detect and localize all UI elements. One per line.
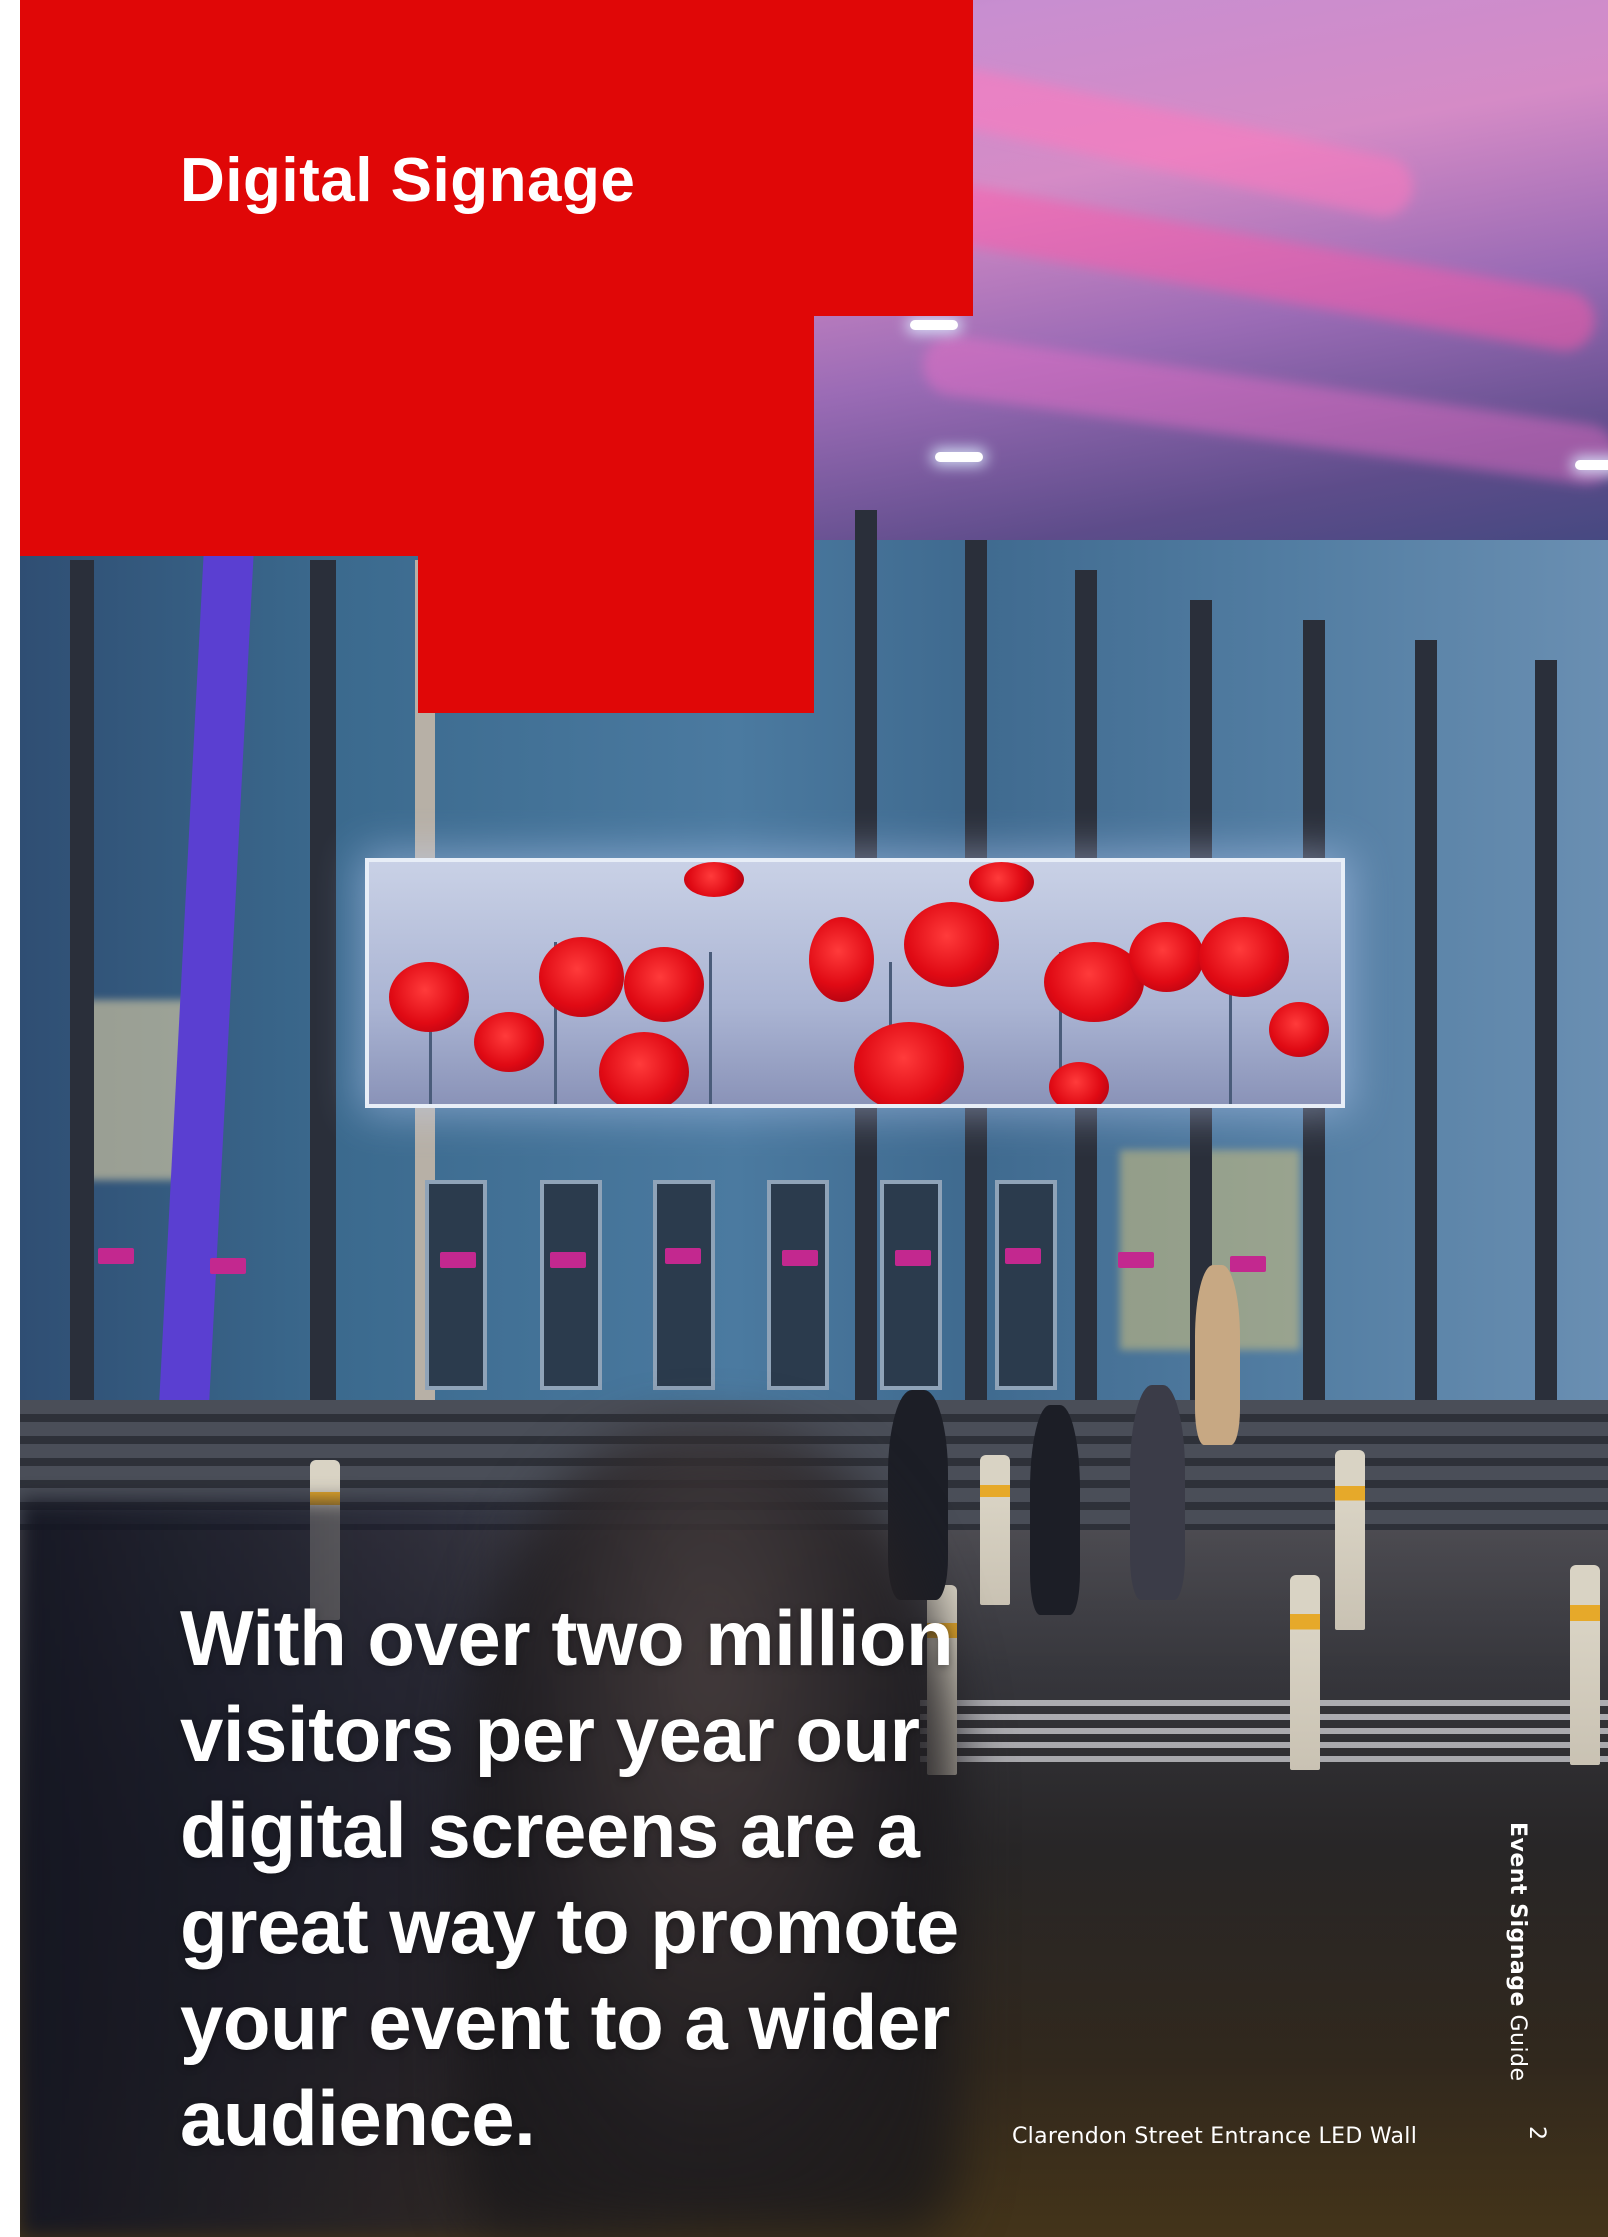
poppy-stem: [709, 952, 712, 1104]
door-sign: [210, 1258, 246, 1274]
headline-line: With over two million: [180, 1594, 954, 1682]
brand-block: [20, 316, 814, 556]
entrance-door: [653, 1180, 715, 1390]
document-label-regular: Guide: [1505, 2014, 1530, 2082]
headline-line: audience.: [180, 2074, 536, 2162]
page-number: 2: [1524, 2126, 1549, 2140]
poppy-flower: [1129, 922, 1204, 992]
ceiling-light: [910, 320, 958, 330]
entrance-door: [540, 1180, 602, 1390]
page-title: Digital Signage: [180, 146, 636, 215]
document-label: Event Signage Guide: [1505, 1822, 1530, 2082]
brand-block: [418, 556, 814, 713]
poppy-flower: [599, 1032, 689, 1104]
poppy-flower: [474, 1012, 544, 1072]
bollard: [980, 1455, 1010, 1605]
door-sign: [665, 1248, 701, 1264]
door-sign: [550, 1252, 586, 1268]
headline-line: visitors per year our: [180, 1690, 920, 1778]
door-sign: [440, 1252, 476, 1268]
door-sign: [98, 1248, 134, 1264]
headline-line: digital screens are a: [180, 1786, 920, 1874]
ceiling-light: [1575, 460, 1608, 470]
ceiling-light-streak: [919, 331, 1608, 489]
poppy-flower: [1049, 1062, 1109, 1104]
pedestrian: [1130, 1385, 1185, 1600]
poppy-flower: [854, 1022, 964, 1104]
door-sign: [1230, 1256, 1266, 1272]
facade-column: [310, 560, 336, 1400]
poppy-flower: [1199, 917, 1289, 997]
entrance-door: [767, 1180, 829, 1390]
bollard: [1570, 1565, 1600, 1765]
bollard: [1290, 1575, 1320, 1770]
pedestrian: [1195, 1265, 1240, 1445]
headline-line: your event to a wider: [180, 1978, 950, 2066]
poppy-flower: [969, 862, 1034, 902]
facade-column: [70, 560, 94, 1400]
door-sign: [895, 1250, 931, 1266]
door-sign: [1118, 1252, 1154, 1268]
entrance-door: [425, 1180, 487, 1390]
door-sign: [782, 1250, 818, 1266]
entrance-door: [880, 1180, 942, 1390]
entrance-door: [995, 1180, 1057, 1390]
facade-column: [1415, 640, 1437, 1400]
poppy-flower: [624, 947, 704, 1022]
poppy-flower: [389, 962, 469, 1032]
poppy-flower: [809, 917, 874, 1002]
headline-line: great way to promote: [180, 1882, 959, 1970]
bollard: [1335, 1450, 1365, 1630]
poppy-flower: [684, 862, 744, 897]
poppy-flower: [1269, 1002, 1329, 1057]
document-label-bold: Event Signage: [1505, 1822, 1530, 2007]
pedestrian: [1030, 1405, 1080, 1615]
photo-caption: Clarendon Street Entrance LED Wall: [1012, 2124, 1418, 2149]
headline: With over two million visitors per year …: [180, 1590, 1080, 2166]
ceiling-light: [935, 452, 983, 462]
facade-column: [1535, 660, 1557, 1400]
poppy-flower: [539, 937, 624, 1017]
poppy-flower: [904, 902, 999, 987]
door-sign: [1005, 1248, 1041, 1264]
led-wall: [365, 858, 1345, 1108]
